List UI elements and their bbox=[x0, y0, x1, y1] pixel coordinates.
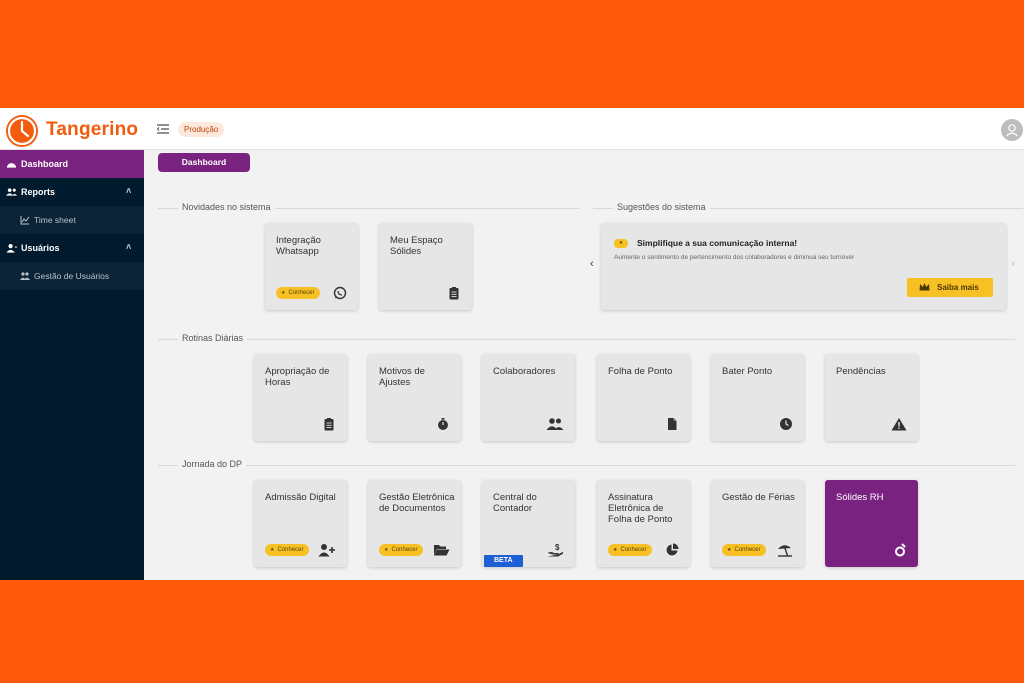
user-avatar[interactable] bbox=[1001, 119, 1023, 141]
top-bar: Tangerino Produção bbox=[0, 108, 1024, 150]
card-gestao-eletronica-documentos[interactable]: Gestão Eletrônica de Documentos Conhecer bbox=[368, 480, 461, 567]
card-title: Integração Whatsapp bbox=[276, 235, 321, 257]
hand-dollar-icon: $ bbox=[547, 543, 564, 557]
menu-toggle-icon[interactable] bbox=[156, 122, 170, 136]
card-folha-ponto[interactable]: Folha de Ponto bbox=[597, 354, 690, 441]
conhecer-chip[interactable]: Conhecer bbox=[379, 544, 423, 556]
pie-chart-icon bbox=[666, 543, 679, 556]
card-admissao-digital[interactable]: Admissão Digital Conhecer bbox=[254, 480, 347, 567]
card-title: Admissão Digital bbox=[265, 492, 336, 503]
solides-logo-icon bbox=[895, 543, 906, 557]
clock-icon bbox=[780, 418, 792, 430]
card-title: Apropriação de Horas bbox=[265, 366, 330, 388]
sidebar-item-label: Gestão de Usuários bbox=[34, 271, 110, 281]
whatsapp-icon bbox=[333, 286, 347, 300]
chevron-up-icon[interactable]: ˄ bbox=[126, 186, 131, 196]
folder-open-icon bbox=[434, 545, 450, 556]
card-gestao-ferias[interactable]: Gestão de Férias Conhecer bbox=[711, 480, 804, 567]
chart-icon bbox=[20, 216, 30, 225]
file-icon bbox=[668, 418, 677, 430]
card-title: Motivos de Ajustes bbox=[379, 366, 425, 388]
sidebar-item-label: Usuários bbox=[21, 243, 60, 253]
environment-badge[interactable]: Produção bbox=[178, 122, 225, 137]
users-icon bbox=[6, 188, 17, 196]
sidebar-item-time-sheet[interactable]: Time sheet bbox=[0, 206, 144, 234]
card-apropriacao-horas[interactable]: Apropriação de Horas bbox=[254, 354, 347, 441]
card-pendencias[interactable]: Pendências bbox=[825, 354, 918, 441]
stopwatch-icon bbox=[438, 418, 448, 430]
beach-umbrella-icon bbox=[778, 545, 792, 557]
clipboard-icon bbox=[449, 287, 459, 300]
section-title: Sugestões do sistema bbox=[613, 202, 710, 212]
chevron-up-icon[interactable]: ˄ bbox=[126, 242, 131, 252]
user-icon bbox=[6, 244, 17, 253]
warning-icon bbox=[891, 418, 907, 431]
card-solides-rh[interactable]: Sólides RH bbox=[825, 480, 918, 567]
saiba-mais-label: Saiba mais bbox=[937, 283, 979, 292]
carousel-prev-icon[interactable]: ‹ bbox=[590, 258, 594, 270]
users-cog-icon bbox=[20, 272, 30, 280]
card-meu-espaco-solides[interactable]: Meu Espaço Sólides bbox=[379, 223, 472, 310]
sidebar-item-label: Dashboard bbox=[21, 159, 69, 169]
dashboard-button[interactable]: Dashboard bbox=[158, 153, 250, 172]
users-icon bbox=[546, 418, 564, 430]
card-title: Gestão Eletrônica de Documentos bbox=[379, 492, 455, 514]
star-badge-icon: ★ bbox=[614, 239, 628, 248]
conhecer-chip[interactable]: Conhecer bbox=[265, 544, 309, 556]
app-window: Tangerino Produção Dashboard Reports ˄ T… bbox=[0, 108, 1024, 580]
card-colaboradores[interactable]: Colaboradores bbox=[482, 354, 575, 441]
suggestion-title: Simplifique a sua comunicação interna! bbox=[637, 238, 798, 248]
card-title: Folha de Ponto bbox=[608, 366, 673, 377]
conhecer-chip[interactable]: Conhecer bbox=[722, 544, 766, 556]
sidebar-item-label: Reports bbox=[21, 187, 56, 197]
svg-text:$: $ bbox=[555, 543, 560, 552]
card-title: Central do Contador bbox=[493, 492, 537, 514]
sidebar-item-dashboard[interactable]: Dashboard bbox=[0, 150, 144, 178]
suggestion-card: ★ Simplifique a sua comunicação interna!… bbox=[601, 223, 1006, 310]
beta-badge: BETA bbox=[484, 555, 523, 567]
card-title: Bater Ponto bbox=[722, 366, 773, 377]
section-title: Rotinas Diárias bbox=[178, 333, 248, 343]
saiba-mais-button[interactable]: Saiba mais bbox=[907, 278, 993, 297]
carousel-next-icon[interactable]: › bbox=[1011, 258, 1015, 270]
section-rotinas: Rotinas Diárias bbox=[158, 333, 1015, 345]
suggestion-description: Aumente o sentimento de pertencimento do… bbox=[614, 254, 855, 261]
card-integracao-whatsapp[interactable]: Integração Whatsapp Conhecer bbox=[265, 223, 358, 310]
conhecer-chip[interactable]: Conhecer bbox=[608, 544, 652, 556]
card-title: Pendências bbox=[836, 366, 886, 377]
section-novidades: Novidades no sistema bbox=[158, 202, 580, 214]
sidebar-item-reports[interactable]: Reports ˄ bbox=[0, 178, 144, 206]
brand-name: Tangerino bbox=[46, 119, 139, 140]
sidebar: Dashboard Reports ˄ Time sheet Usuários … bbox=[0, 150, 144, 580]
section-sugestoes: Sugestões do sistema bbox=[593, 202, 1023, 214]
crown-icon bbox=[919, 283, 930, 291]
card-title: Meu Espaço Sólides bbox=[390, 235, 443, 257]
sidebar-item-gestao-usuarios[interactable]: Gestão de Usuários bbox=[0, 262, 144, 290]
tangerino-logo-icon[interactable] bbox=[6, 115, 38, 147]
section-title: Novidades no sistema bbox=[178, 202, 275, 212]
card-motivos-ajustes[interactable]: Motivos de Ajustes bbox=[368, 354, 461, 441]
card-title: Assinatura Eletrônica de Folha de Ponto bbox=[608, 492, 673, 525]
card-bater-ponto[interactable]: Bater Ponto bbox=[711, 354, 804, 441]
section-jornada: Jornada do DP bbox=[158, 459, 1015, 471]
section-title: Jornada do DP bbox=[178, 459, 247, 469]
card-central-contador[interactable]: Central do Contador BETA $ bbox=[482, 480, 575, 567]
card-title: Sólides RH bbox=[836, 492, 884, 503]
clipboard-icon bbox=[324, 418, 334, 431]
card-title: Gestão de Férias bbox=[722, 492, 795, 503]
sidebar-item-label: Time sheet bbox=[34, 215, 76, 225]
dashboard-icon bbox=[6, 163, 17, 168]
sidebar-item-usuarios[interactable]: Usuários ˄ bbox=[0, 234, 144, 262]
card-assinatura-eletronica[interactable]: Assinatura Eletrônica de Folha de Ponto … bbox=[597, 480, 690, 567]
user-plus-icon bbox=[318, 544, 335, 557]
card-title: Colaboradores bbox=[493, 366, 556, 377]
conhecer-chip[interactable]: Conhecer bbox=[276, 287, 320, 299]
